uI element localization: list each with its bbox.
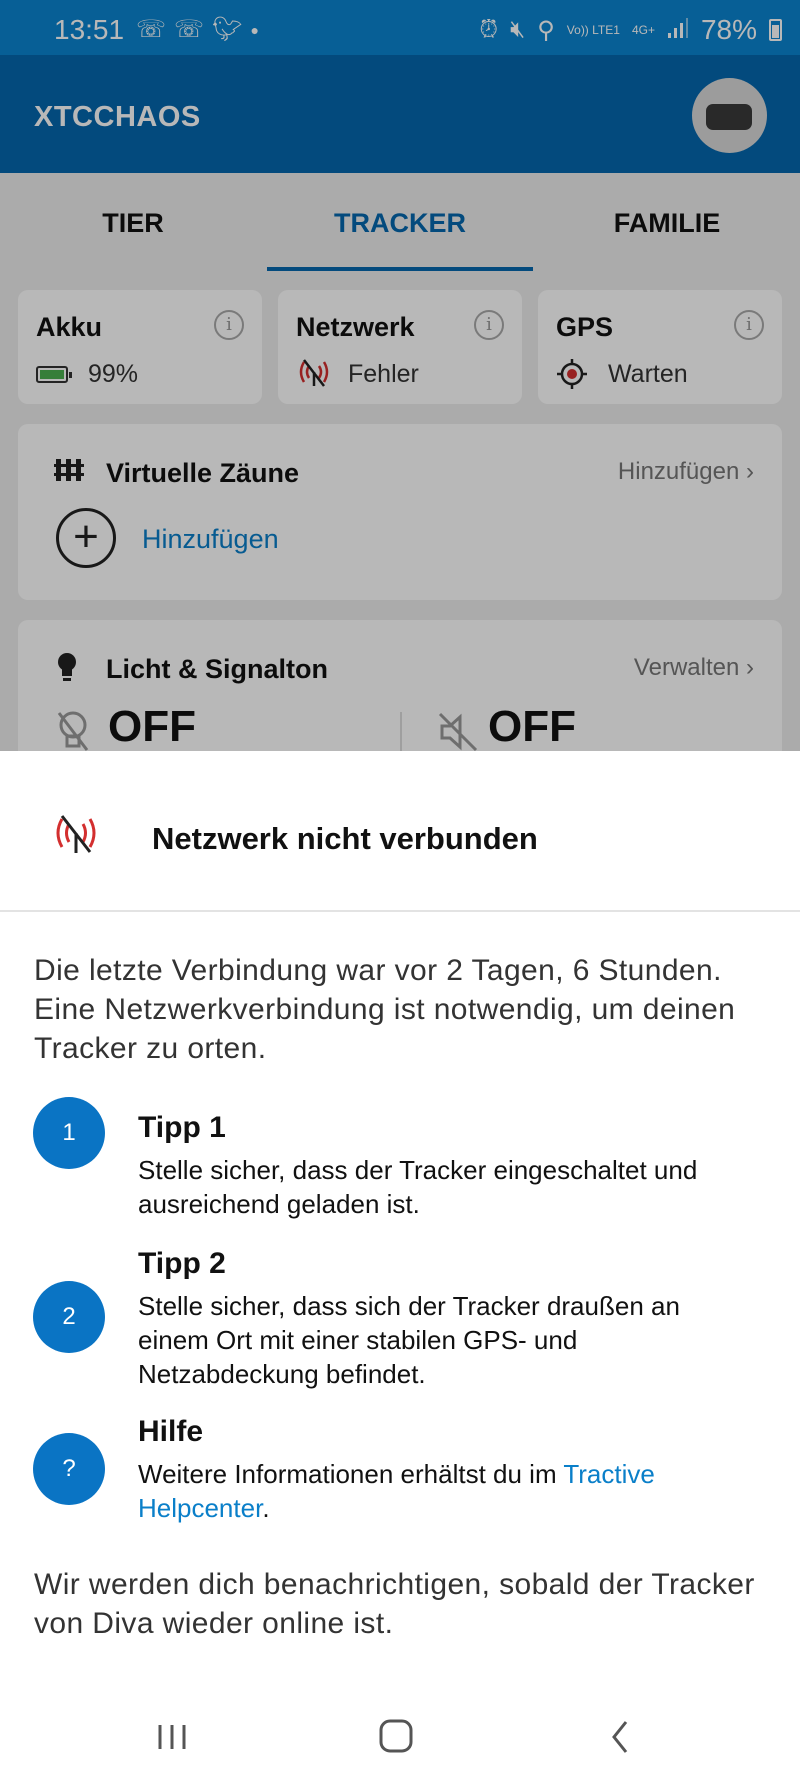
tip-title: Tipp 1 <box>138 1111 226 1144</box>
help-title: Hilfe <box>138 1415 204 1448</box>
tip-title: Tipp 2 <box>138 1247 226 1280</box>
network-bottom-sheet: Netzwerk nicht verbunden Die letzte Verb… <box>0 751 800 1778</box>
tip-badge: 1 <box>33 1097 105 1169</box>
no-signal-icon <box>52 813 100 860</box>
tip-text: Stelle sicher, dass sich der Tracker dra… <box>138 1291 680 1389</box>
sheet-description: Die letzte Verbindung war vor 2 Tagen, 6… <box>34 954 736 1065</box>
tip-text: Stelle sicher, dass der Tracker eingesch… <box>138 1155 698 1219</box>
tip-badge: 2 <box>33 1281 105 1353</box>
back-icon[interactable] <box>580 1707 660 1767</box>
help-text-body: Weitere Informationen erhältst du im <box>138 1459 564 1489</box>
modal-scrim[interactable] <box>0 0 800 751</box>
sheet-footer: Wir werden dich benachrichtigen, sobald … <box>34 1568 755 1640</box>
divider <box>0 910 800 912</box>
home-icon[interactable] <box>356 1707 436 1767</box>
help-text: Weitere Informationen erhältst du im Tra… <box>138 1457 738 1525</box>
recents-icon[interactable] <box>132 1707 212 1767</box>
sheet-title: Netzwerk nicht verbunden <box>152 821 538 856</box>
help-badge: ? <box>33 1433 105 1505</box>
system-nav-bar <box>0 1697 800 1778</box>
help-text-suffix: . <box>262 1493 270 1523</box>
